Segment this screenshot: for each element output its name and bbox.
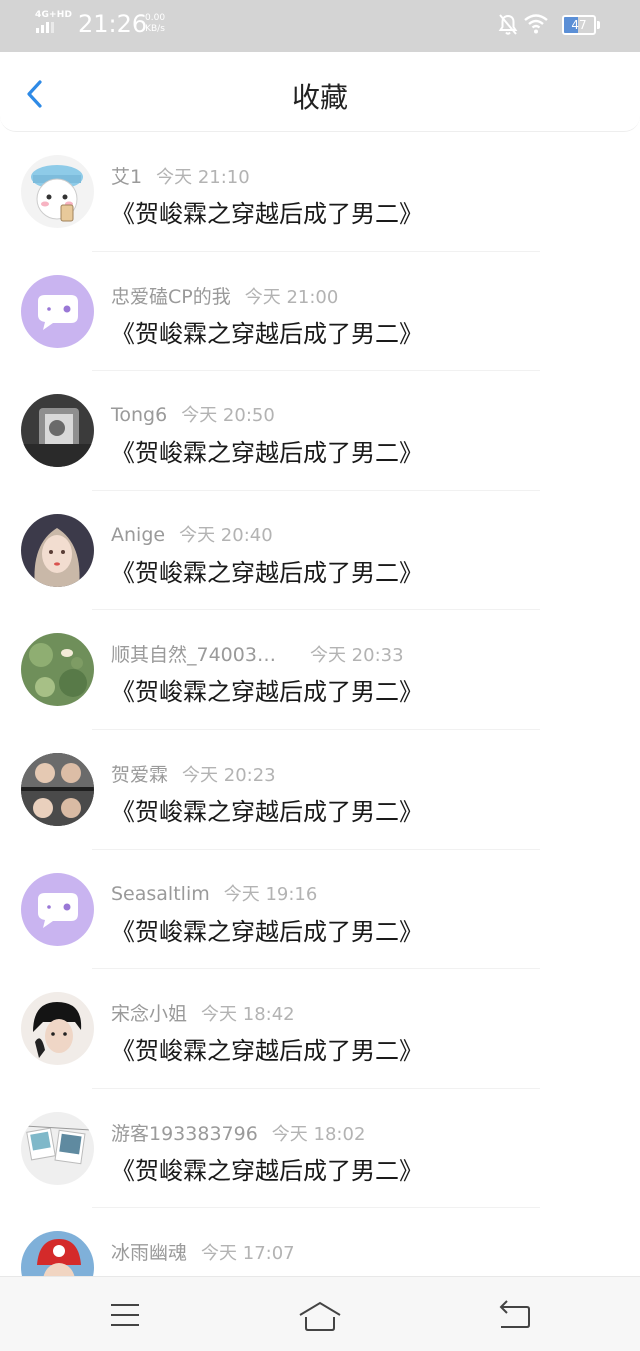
favorites-list: 艾1 今天 21:10 《贺峻霖之穿越后成了男二》 忠爱磕CP的我 今天 21:00 《贺… bbox=[0, 132, 640, 1276]
network-speed: 0.00 KB/s bbox=[145, 13, 165, 35]
favorite-title[interactable]: 《贺峻霖之穿越后成了男二》 bbox=[111, 433, 423, 468]
item-meta: 贺爱霖 今天 20:23 bbox=[111, 760, 276, 787]
menu-icon[interactable] bbox=[105, 1295, 145, 1335]
timestamp: 今天 20:50 bbox=[181, 405, 275, 427]
timestamp: 今天 21:00 bbox=[244, 286, 339, 308]
user-name[interactable]: 冰雨幽魂 bbox=[111, 1238, 187, 1265]
signal-icon bbox=[36, 22, 54, 33]
timestamp: 今天 21:10 bbox=[156, 167, 250, 188]
item-meta: 宋念小姐 今天 18:42 bbox=[111, 999, 295, 1026]
cartoon-bear-avatar[interactable] bbox=[21, 155, 94, 228]
list-item[interactable]: Tong6 今天 20:50 《贺峻霖之穿越后成了男二》 bbox=[0, 371, 640, 491]
user-name[interactable]: 艾1 bbox=[111, 162, 142, 189]
favorite-title[interactable]: 《贺峻霖之穿越后成了男二》 bbox=[111, 314, 423, 349]
favorite-title[interactable]: 《贺峻霖之穿越后成了男二》 bbox=[111, 194, 423, 229]
user-name[interactable]: Seasaltlim bbox=[111, 883, 210, 905]
timestamp: 今天 20:23 bbox=[182, 764, 276, 786]
wifi-icon bbox=[524, 14, 548, 34]
favorite-title[interactable]: 《贺峻霖之穿越后成了男二》 bbox=[111, 672, 423, 707]
network-type: 4G+HD bbox=[35, 10, 73, 20]
portrait-avatar[interactable] bbox=[21, 992, 94, 1066]
favorite-title[interactable]: 《贺峻霖之穿越后成了男二》 bbox=[111, 1031, 423, 1066]
timestamp: 今天 17:07 bbox=[201, 1243, 295, 1265]
user-name[interactable]: 忠爱磕CP的我 bbox=[111, 282, 231, 309]
timestamp: 今天 18:02 bbox=[271, 1123, 366, 1145]
item-meta: Tong6 今天 20:50 bbox=[111, 401, 275, 427]
user-name[interactable]: 顺其自然_74003… bbox=[111, 640, 276, 667]
item-meta: 忠爱磕CP的我 今天 21:00 bbox=[111, 282, 338, 309]
list-item[interactable]: Anige 今天 20:40 《贺峻霖之穿越后成了男二》 bbox=[0, 491, 640, 611]
user-name[interactable]: 宋念小姐 bbox=[111, 999, 187, 1026]
list-item[interactable]: 艾1 今天 21:10 《贺峻霖之穿越后成了男二》 bbox=[0, 132, 640, 252]
user-name[interactable]: 贺爱霖 bbox=[111, 760, 168, 787]
item-meta: Anige 今天 20:40 bbox=[111, 521, 273, 547]
default-chat-avatar[interactable] bbox=[21, 274, 94, 348]
battery-tip bbox=[597, 21, 600, 29]
favorite-title[interactable]: 《贺峻霖之穿越后成了男二》 bbox=[111, 792, 423, 827]
user-name[interactable]: Tong6 bbox=[111, 404, 167, 426]
return-icon[interactable] bbox=[495, 1295, 535, 1335]
user-name[interactable]: Anige bbox=[111, 524, 165, 546]
list-item[interactable]: 冰雨幽魂今天 17:07《贺峻霖之穿越后成了男二》 bbox=[0, 1208, 640, 1276]
list-item[interactable]: 顺其自然_74003… 今天 20:33 《贺峻霖之穿越后成了男二》 bbox=[0, 610, 640, 730]
list-item[interactable]: 忠爱磕CP的我 今天 21:00 《贺峻霖之穿越后成了男二》 bbox=[0, 252, 640, 372]
timestamp: 今天 18:42 bbox=[201, 1004, 295, 1026]
lotus-pond-avatar[interactable] bbox=[21, 633, 94, 707]
battery-icon: 47 bbox=[562, 15, 596, 35]
page-title: 收藏 bbox=[291, 81, 348, 114]
timestamp: 今天 20:40 bbox=[179, 524, 273, 546]
item-meta: 冰雨幽魂 今天 17:07 bbox=[111, 1238, 295, 1265]
battery-percent: 47 bbox=[571, 18, 587, 32]
system-nav-bar bbox=[0, 1276, 640, 1351]
user-name[interactable]: 游客193383796 bbox=[111, 1119, 258, 1146]
list-item[interactable]: 游客193383796 今天 18:02 《贺峻霖之穿越后成了男二》 bbox=[0, 1089, 640, 1209]
photo-collage-avatar[interactable] bbox=[21, 752, 94, 826]
favorite-title[interactable]: 《贺峻霖之穿越后成了男二》 bbox=[111, 912, 423, 947]
status-time: 21:26 bbox=[78, 10, 148, 38]
item-meta: Seasaltlim 今天 19:16 bbox=[111, 880, 317, 906]
list-item[interactable]: Seasaltlim 今天 19:16 《贺峻霖之穿越后成了男二》 bbox=[0, 850, 640, 970]
bell-muted-icon bbox=[498, 14, 518, 35]
item-meta: 顺其自然_74003… 今天 20:33 bbox=[111, 640, 404, 667]
list-item[interactable]: 宋念小姐 今天 18:42 《贺峻霖之穿越后成了男二》 bbox=[0, 969, 640, 1089]
status-bar: 4G+HD 21:26 0.00 KB/s 47 bbox=[0, 0, 640, 52]
list-item[interactable]: 贺爱霖 今天 20:23 《贺峻霖之穿越后成了男二》 bbox=[0, 730, 640, 850]
item-meta: 游客193383796 今天 18:02 bbox=[111, 1119, 365, 1146]
timestamp: 今天 19:16 bbox=[223, 883, 318, 905]
timestamp: 今天 20:33 bbox=[309, 645, 404, 667]
item-meta: 艾1 今天 21:10 bbox=[111, 162, 250, 189]
favorite-title[interactable]: 《贺峻霖之穿越后成了男二》 bbox=[111, 1151, 423, 1186]
polaroid-avatar[interactable] bbox=[21, 1111, 94, 1185]
default-chat-avatar[interactable] bbox=[21, 872, 94, 946]
red-cap-avatar[interactable] bbox=[21, 1231, 94, 1276]
photo-avatar[interactable] bbox=[21, 394, 94, 468]
network-speed-unit: KB/s bbox=[145, 24, 165, 34]
home-icon[interactable] bbox=[298, 1295, 342, 1335]
favorite-title[interactable]: 《贺峻霖之穿越后成了男二》 bbox=[111, 553, 423, 588]
illustration-girl-avatar[interactable] bbox=[21, 513, 94, 587]
header: 收藏 bbox=[0, 52, 640, 132]
network-speed-value: 0.00 bbox=[145, 13, 166, 23]
